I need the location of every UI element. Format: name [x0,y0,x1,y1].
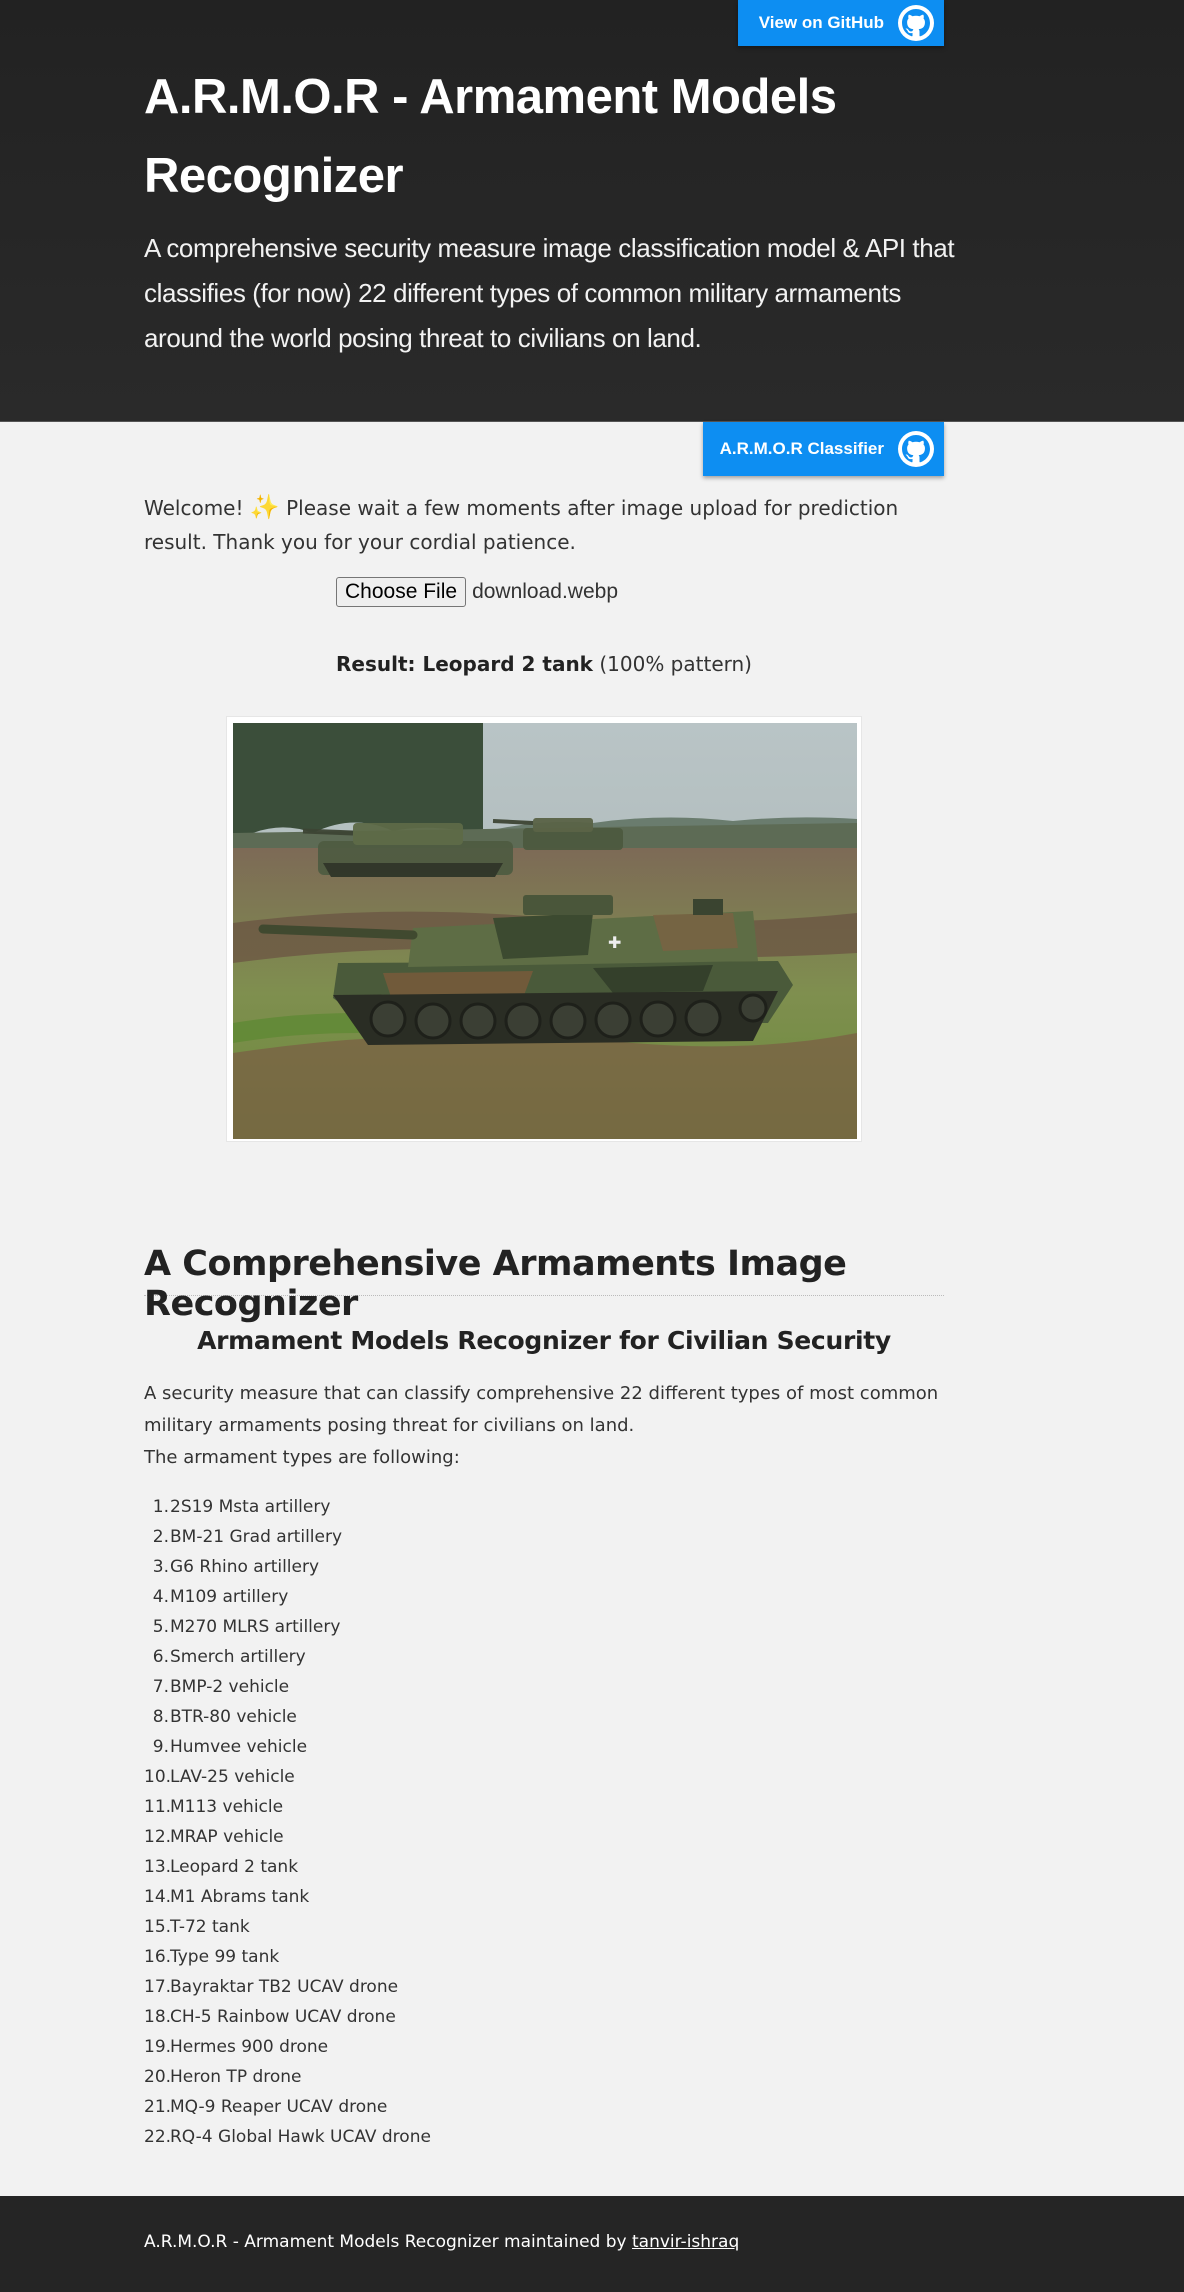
armament-name: Leopard 2 tank [170,1857,299,1877]
armament-name: G6 Rhino artillery [170,1557,320,1577]
armament-name: M270 MLRS artillery [170,1617,341,1637]
site-description: A comprehensive security measure image c… [144,233,955,353]
list-item: 12. MRAP vehicle [144,1822,844,1852]
list-item: 6. Smerch artillery [144,1642,844,1672]
armor-classifier-button[interactable]: A.R.M.O.R Classifier [703,422,944,476]
armament-name: Bayraktar TB2 UCAV drone [170,1977,399,1997]
github-icon [898,5,934,41]
classifier-button-label: A.R.M.O.R Classifier [719,439,884,458]
armament-name: M113 vehicle [170,1797,284,1817]
list-item: 5. M270 MLRS artillery [144,1612,844,1642]
list-item: 20. Heron TP drone [144,2062,844,2092]
list-item: 21. MQ-9 Reaper UCAV drone [144,2092,844,2122]
armament-name: Smerch artillery [170,1647,306,1667]
choose-file-button[interactable]: Choose File [336,577,467,607]
prediction-result: Result: Leopard 2 tank (100% pattern) [0,652,1088,676]
list-item: 22. RQ-4 Global Hawk UCAV drone [144,2122,844,2152]
list-item: 4. M109 artillery [144,1582,844,1612]
armament-name: Type 99 tank [170,1947,280,1967]
list-item: 13. Leopard 2 tank [144,1852,844,1882]
list-item: 16. Type 99 tank [144,1942,844,1972]
list-item: 3. G6 Rhino artillery [144,1552,844,1582]
welcome-text-start: Welcome! [144,496,250,520]
section-intro: A security measure that can classify com… [144,1378,944,1474]
section-subtitle: Armament Models Recognizer for Civilian … [197,1326,891,1355]
armament-name: CH-5 Rainbow UCAV drone [170,2007,396,2027]
armament-name: BMP-2 vehicle [170,1677,290,1697]
list-item: 8. BTR-80 vehicle [144,1702,844,1732]
footer-author-link[interactable]: tanvir-ishraq [632,2232,739,2252]
footer-caption: A.R.M.O.R - Armament Models Recognizer m… [144,2232,633,2252]
intro-list-heading: The armament types are following: [144,1447,460,1468]
intro-description: A security measure that can classify com… [144,1383,939,1436]
list-item: 1. 2S19 Msta artillery [144,1492,844,1522]
armament-name: 2S19 Msta artillery [170,1497,331,1517]
list-item: 19. Hermes 900 drone [144,2032,844,2062]
result-label: Result: [336,652,416,676]
list-item: 11. M113 vehicle [144,1792,844,1822]
armament-name: T-72 tank [170,1917,250,1937]
tank-photo: ✚ [233,723,857,1139]
github-button-label: View on GitHub [758,13,884,32]
result-confidence: (100% pattern) [599,652,752,676]
site-title: A.R.M.O.R - Armament Models Recognizer [144,70,837,203]
list-item: 2. BM-21 Grad artillery [144,1522,844,1552]
svg-text:✚: ✚ [608,933,621,952]
list-item: 18. CH-5 Rainbow UCAV drone [144,2002,844,2032]
list-item: 15. T-72 tank [144,1912,844,1942]
armament-name: MRAP vehicle [170,1827,284,1847]
view-on-github-button[interactable]: View on GitHub [738,0,944,46]
armament-name: Hermes 900 drone [170,2037,329,2057]
list-item: 10. LAV-25 vehicle [144,1762,844,1792]
list-item: 9. Humvee vehicle [144,1732,844,1762]
welcome-message: Welcome! ✨ Please wait a few moments aft… [144,490,964,559]
armament-name: LAV-25 vehicle [170,1767,295,1787]
armament-name: M109 artillery [170,1587,289,1607]
site-footer: A.R.M.O.R - Armament Models Recognizer m… [0,2196,1184,2292]
armament-name: RQ-4 Global Hawk UCAV drone [170,2127,431,2147]
github-icon [898,431,934,467]
section-title: A Comprehensive Armaments Image Recogniz… [144,1244,944,1324]
footer-text: A.R.M.O.R - Armament Models Recognizer m… [144,2232,739,2252]
sparkle-icon: ✨ [249,493,280,521]
uploaded-image: ✚ [226,716,862,1142]
list-item: 14. M1 Abrams tank [144,1882,844,1912]
armament-name: BTR-80 vehicle [170,1707,297,1727]
armament-name: Heron TP drone [170,2067,302,2087]
result-value: Leopard 2 tank [422,652,593,676]
selected-file-name: download.webp [472,580,619,603]
file-upload: Choose File download.webp [336,576,618,608]
armament-name: Humvee vehicle [170,1737,308,1757]
armament-name: M1 Abrams tank [170,1887,310,1907]
list-item: 7. BMP-2 vehicle [144,1672,844,1702]
armament-name: BM-21 Grad artillery [170,1527,343,1547]
site-header: View on GitHub A.R.M.O.R - Armament Mode… [0,0,1184,422]
armament-list: 1. 2S19 Msta artillery 2. BM-21 Grad artil… [144,1492,844,2152]
armament-name: MQ-9 Reaper UCAV drone [170,2097,388,2117]
list-item: 17. Bayraktar TB2 UCAV drone [144,1972,844,2002]
